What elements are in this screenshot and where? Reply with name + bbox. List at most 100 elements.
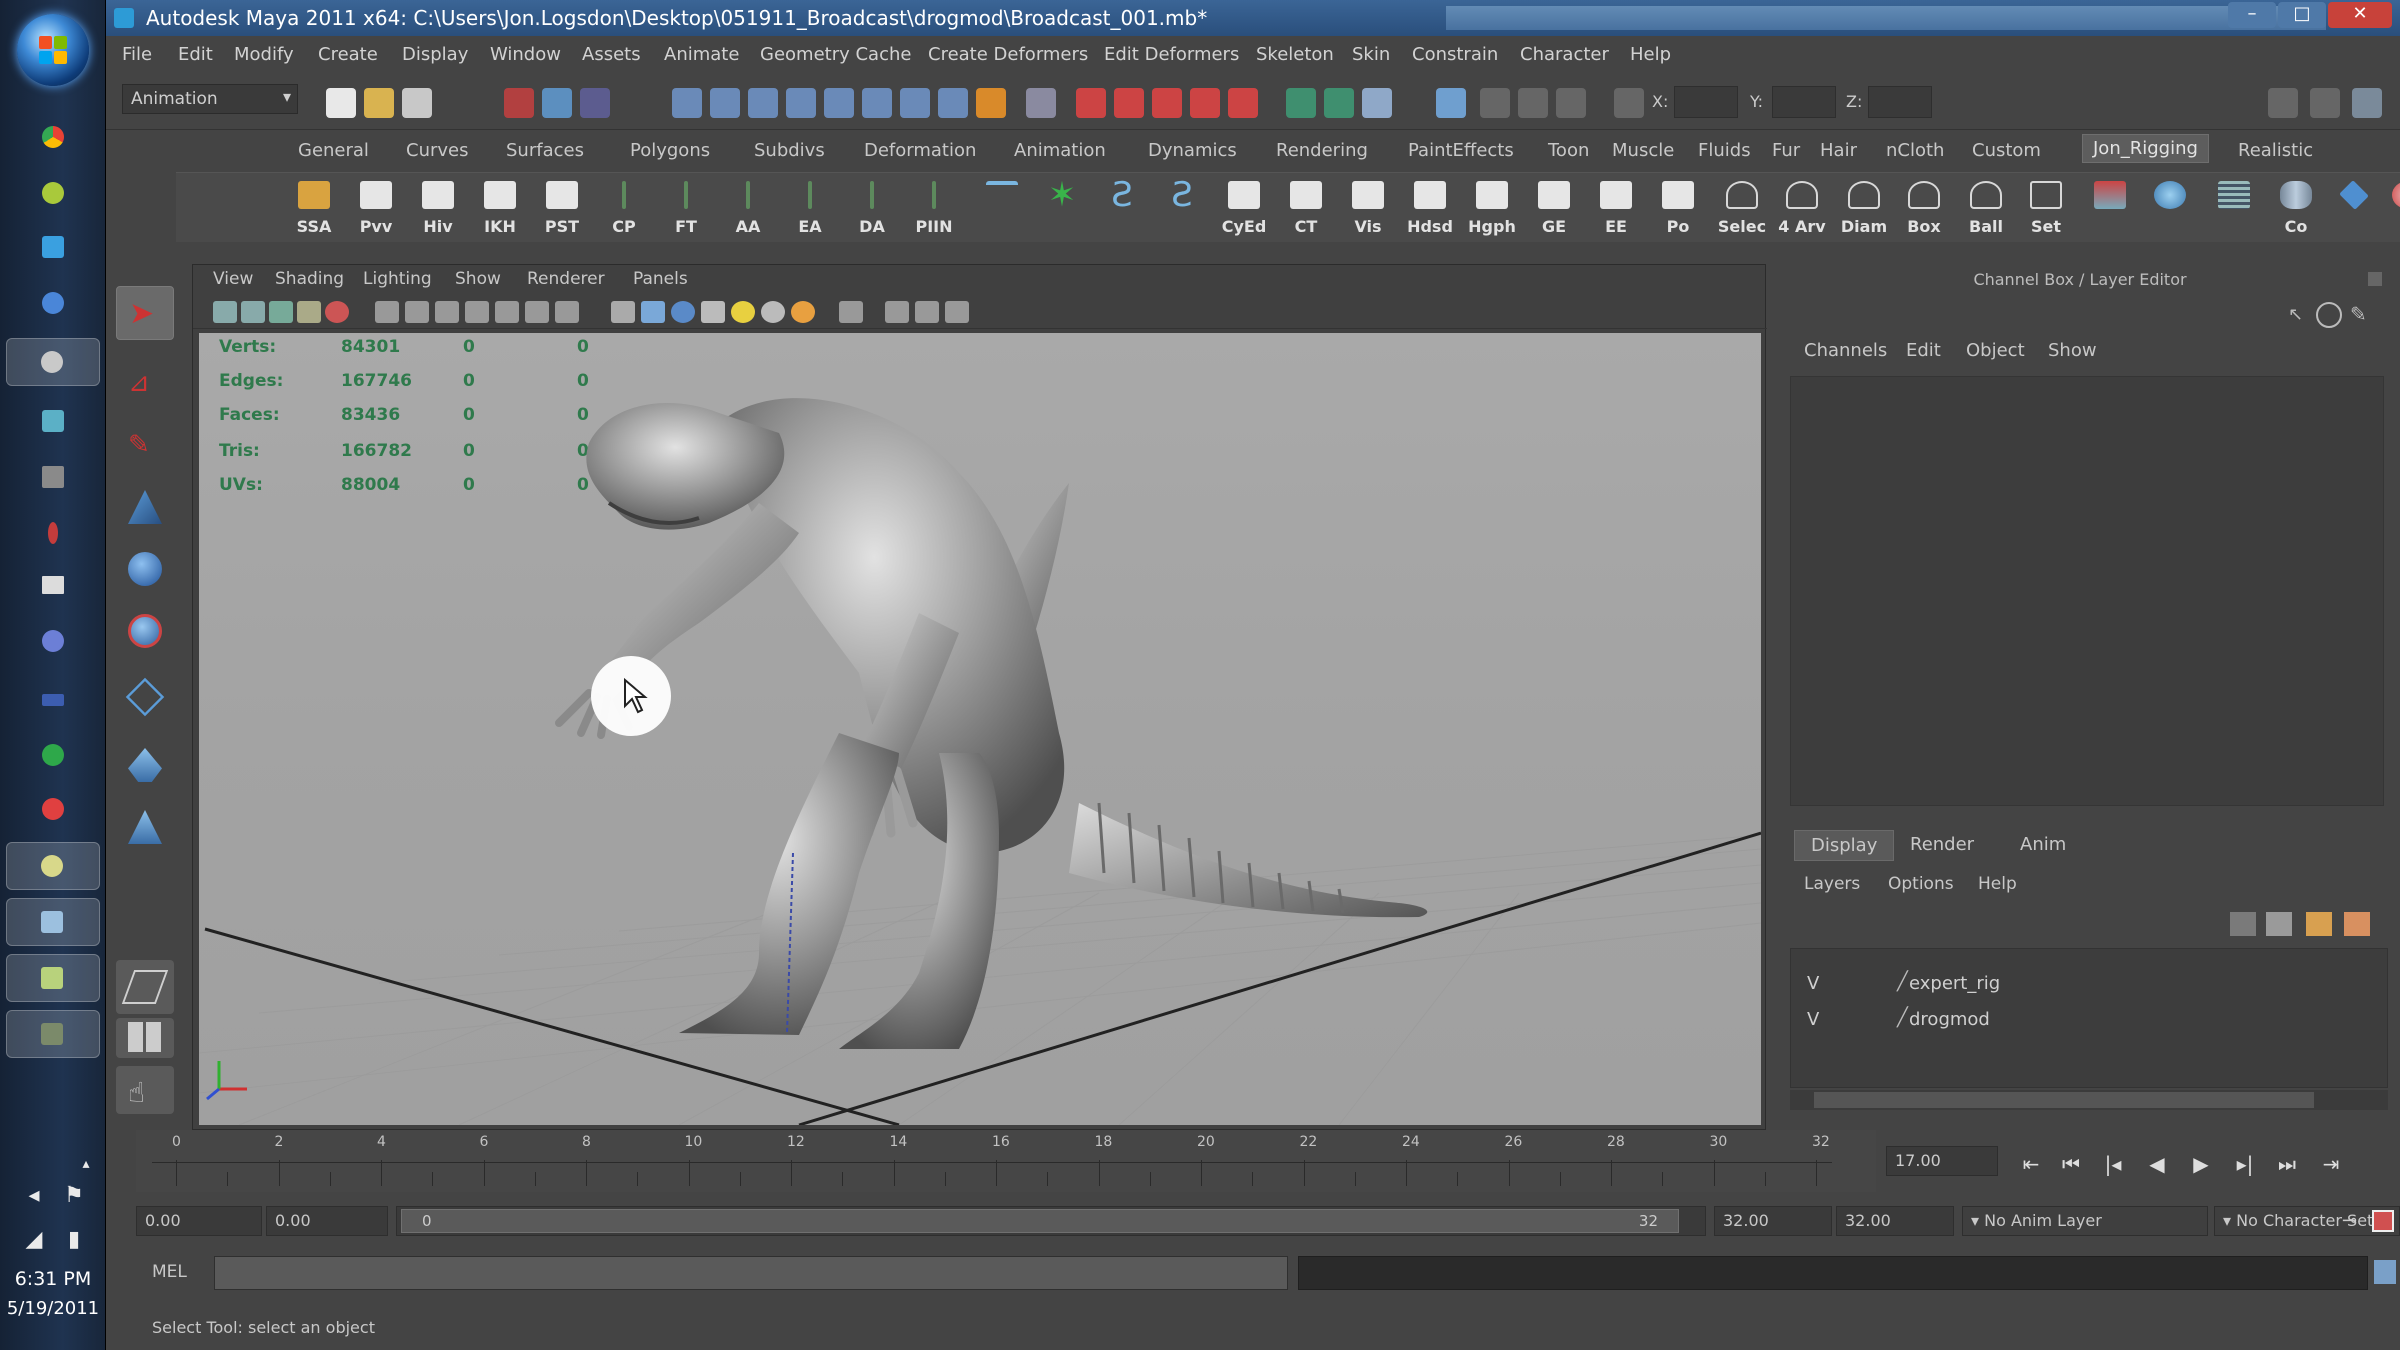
shelf-button[interactable]: IKH: [472, 179, 528, 239]
shelf-button[interactable]: Diam: [1836, 179, 1892, 239]
menu-window[interactable]: Window: [490, 44, 561, 65]
shelf-tab-curves[interactable]: Curves: [406, 140, 468, 161]
menu-create-deformers[interactable]: Create Deformers: [928, 44, 1088, 65]
close-button[interactable]: ✕: [2328, 2, 2392, 28]
anim-layer-dropdown[interactable]: ▾ No Anim Layer: [1962, 1206, 2208, 1236]
shelf-tab-subdivs[interactable]: Subdivs: [754, 140, 825, 161]
step-back-frame-icon[interactable]: ⏮: [2056, 1152, 2086, 1176]
shelf-tab-ncloth[interactable]: nCloth: [1886, 140, 1944, 161]
script-editor-icon[interactable]: [2374, 1260, 2396, 1284]
magnet-icon[interactable]: [1190, 88, 1220, 118]
shelf-tab-custom[interactable]: Custom: [1972, 140, 2041, 161]
shelf-button[interactable]: GE: [1526, 179, 1582, 239]
start-time-field[interactable]: 0.00: [136, 1206, 262, 1236]
query-icon[interactable]: [938, 88, 968, 118]
shelf-button[interactable]: [2142, 179, 2198, 239]
app-taskbar-icon[interactable]: [34, 458, 72, 496]
app-taskbar-icon[interactable]: [6, 842, 100, 890]
menu-edit[interactable]: Edit: [178, 44, 213, 65]
input-line-mode-icon[interactable]: [1436, 88, 1466, 118]
layer-color-swatch[interactable]: ╱: [1897, 971, 1908, 992]
menu-set-dropdown[interactable]: Animation ▾: [122, 84, 298, 114]
maximize-button[interactable]: □: [2278, 2, 2326, 28]
absolute-transform-icon[interactable]: [1480, 88, 1510, 118]
select-object-icon[interactable]: [542, 88, 572, 118]
app-taskbar-icon[interactable]: [34, 568, 72, 606]
wireframe-on-shaded-icon[interactable]: [671, 301, 695, 323]
auto-key-toggle-icon[interactable]: ⊸: [2342, 1206, 2368, 1236]
layer-tab-display[interactable]: Display: [1794, 830, 1895, 861]
shelf-button[interactable]: Selec: [1714, 179, 1770, 239]
layer-row[interactable]: V ╱ expert_rig: [1791, 969, 2389, 1001]
volume-icon[interactable]: ◂: [22, 1184, 46, 1208]
menu-assets[interactable]: Assets: [582, 44, 641, 65]
minimize-button[interactable]: –: [2228, 2, 2276, 28]
channel-menu-channels[interactable]: Channels: [1804, 340, 1887, 361]
panel-menu-lighting[interactable]: Lighting: [363, 269, 432, 289]
manipulator-tool-button[interactable]: [116, 670, 174, 724]
shelf-tab-polygons[interactable]: Polygons: [630, 140, 710, 161]
layer-row[interactable]: V ╱ drogmod: [1791, 1005, 2389, 1037]
grid-icon[interactable]: [375, 301, 399, 323]
xray-icon[interactable]: [839, 301, 863, 323]
shelf-button[interactable]: CyEd: [1216, 179, 1272, 239]
move-tool-button[interactable]: [116, 480, 174, 534]
channel-menu-show[interactable]: Show: [2048, 340, 2097, 361]
show-hidden-icon[interactable]: ▴: [74, 1152, 98, 1176]
panel-menu-renderer[interactable]: Renderer: [527, 269, 605, 289]
menu-create[interactable]: Create: [318, 44, 378, 65]
move-layer-down-icon[interactable]: [2266, 912, 2292, 936]
end-time-field[interactable]: 32.00: [1836, 1206, 1954, 1236]
lasso-tool-button[interactable]: ⊿: [116, 356, 174, 410]
ipr-render-icon[interactable]: [1324, 88, 1354, 118]
shelf-button[interactable]: EE: [1588, 179, 1644, 239]
snap-surface-icon[interactable]: [824, 88, 854, 118]
pencil-icon[interactable]: ✎: [2350, 302, 2376, 328]
range-handle[interactable]: 0 32: [401, 1209, 1679, 1233]
current-frame-field[interactable]: 17.00: [1886, 1146, 1998, 1176]
menu-help[interactable]: Help: [1630, 44, 1671, 65]
shelf-button[interactable]: 4 Arv: [1774, 179, 1830, 239]
clock-time[interactable]: 6:31 PM: [0, 1268, 106, 1290]
app-taskbar-icon[interactable]: [34, 736, 72, 774]
app-taskbar-icon[interactable]: [34, 514, 72, 552]
magnet-icon[interactable]: [1114, 88, 1144, 118]
title-bar[interactable]: Autodesk Maya 2011 x64: C:\Users\Jon.Log…: [106, 0, 2400, 36]
safe-title-icon[interactable]: [555, 301, 579, 323]
step-forward-frame-icon[interactable]: ⏭: [2272, 1152, 2302, 1176]
play-backward-icon[interactable]: ◀: [2142, 1152, 2172, 1176]
camera-icon[interactable]: [213, 301, 237, 323]
shelf-button[interactable]: CT: [1278, 179, 1334, 239]
shelf-button[interactable]: [2206, 179, 2262, 239]
shelf-button[interactable]: PST: [534, 179, 590, 239]
new-scene-icon[interactable]: [326, 88, 356, 118]
use-all-lights-icon[interactable]: [731, 301, 755, 323]
scrollbar-thumb[interactable]: [1814, 1092, 2314, 1108]
shelf-button[interactable]: Vis: [1340, 179, 1396, 239]
joint-display-icon[interactable]: [945, 301, 969, 323]
snap-plane-icon[interactable]: [786, 88, 816, 118]
render-view-icon[interactable]: [1026, 88, 1056, 118]
layout-single-button[interactable]: [116, 960, 174, 1014]
step-back-key-icon[interactable]: |◂: [2098, 1152, 2128, 1176]
shelf-button[interactable]: DA: [844, 179, 900, 239]
shelf-tab-animation[interactable]: Animation: [1014, 140, 1106, 161]
history-icon[interactable]: [862, 88, 892, 118]
panel-menu-show[interactable]: Show: [455, 269, 501, 289]
shelf-tab-rendering[interactable]: Rendering: [1276, 140, 1368, 161]
gate-mask-icon[interactable]: [465, 301, 489, 323]
film-gate-icon[interactable]: [405, 301, 429, 323]
layer-menu-options[interactable]: Options: [1888, 874, 1954, 894]
shelf-button[interactable]: Ƨ: [1154, 178, 1210, 239]
layer-color-swatch[interactable]: ╱: [1897, 1007, 1908, 1028]
go-to-end-icon[interactable]: ⇥: [2316, 1152, 2346, 1176]
shelf-tab-deformation[interactable]: Deformation: [864, 140, 976, 161]
textured-icon[interactable]: [701, 301, 725, 323]
layer-menu-help[interactable]: Help: [1978, 874, 2017, 894]
menu-display[interactable]: Display: [402, 44, 468, 65]
shelf-button[interactable]: Ball: [1958, 179, 2014, 239]
ie-taskbar-icon[interactable]: [34, 284, 72, 322]
play-forward-icon[interactable]: ▶: [2186, 1152, 2216, 1176]
lock-icon[interactable]: [976, 88, 1006, 118]
layer-visibility-toggle[interactable]: V: [1807, 973, 1819, 994]
